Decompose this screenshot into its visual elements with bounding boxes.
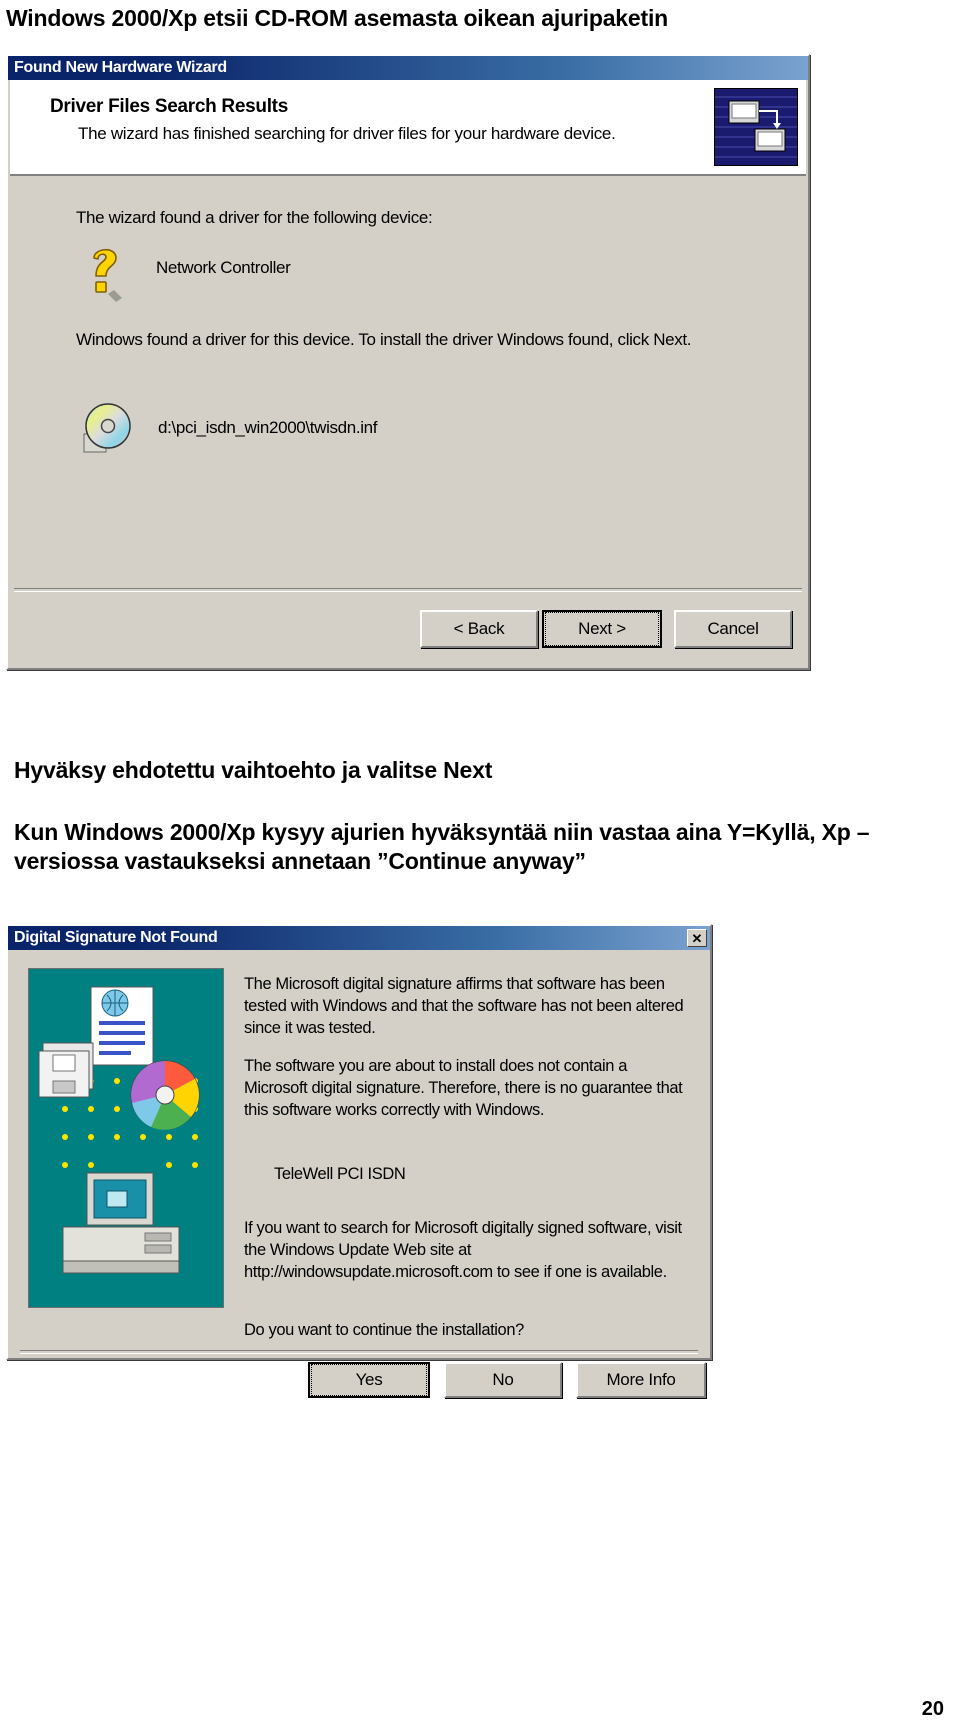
signature-title-text: Digital Signature Not Found xyxy=(14,929,218,946)
wizard-inf-path: d:\pci_isdn_win2000\twisdn.inf xyxy=(158,418,378,437)
cd-disc-icon xyxy=(78,400,140,458)
digital-signature-illustration xyxy=(28,968,224,1308)
wizard-install-instruction: Windows found a driver for this device. … xyxy=(76,330,692,349)
signature-paragraph-affirms: The Microsoft digital signature affirms … xyxy=(244,975,684,1037)
signature-button-separator xyxy=(20,1350,698,1354)
next-button[interactable]: Next > xyxy=(542,610,662,648)
no-button[interactable]: No xyxy=(444,1362,562,1398)
more-info-button-label: More Info xyxy=(606,1370,676,1389)
wizard-header-band: Driver Files Search Results The wizard h… xyxy=(10,80,806,176)
wizard-button-separator xyxy=(14,588,802,592)
wizard-heading: Driver Files Search Results xyxy=(50,96,288,117)
question-mark-icon xyxy=(78,240,136,302)
more-info-button[interactable]: More Info xyxy=(576,1362,706,1398)
cancel-button-label: Cancel xyxy=(707,619,759,638)
wizard-found-device-text: The wizard found a driver for the follow… xyxy=(76,208,433,227)
wizard-title-text: Found New Hardware Wizard xyxy=(14,59,227,76)
caption-driver-approval: Kun Windows 2000/Xp kysyy ajurien hyväks… xyxy=(14,819,870,875)
wizard-device-name: Network Controller xyxy=(156,258,291,277)
wizard-body: The wizard found a driver for the follow… xyxy=(10,178,806,666)
wizard-subheading: The wizard has finished searching for dr… xyxy=(78,124,616,143)
yes-button[interactable]: Yes xyxy=(308,1362,430,1398)
yes-button-label: Yes xyxy=(311,1364,427,1396)
signature-body: The Microsoft digital signature affirms … xyxy=(10,952,708,1398)
page-number: 20 xyxy=(921,1698,944,1720)
found-new-hardware-wizard-dialog: Found New Hardware Wizard Driver Files S… xyxy=(6,54,810,670)
signature-paragraph-windows-update: If you want to search for Microsoft digi… xyxy=(244,1219,682,1281)
back-button[interactable]: < Back xyxy=(420,610,538,648)
page-title: Windows 2000/Xp etsii CD-ROM asemasta oi… xyxy=(6,5,668,31)
wizard-button-row: < Back Next > Cancel xyxy=(10,610,806,654)
back-button-label: < Back xyxy=(453,619,505,638)
signature-titlebar: Digital Signature Not Found ✕ xyxy=(8,926,710,950)
wizard-titlebar: Found New Hardware Wizard xyxy=(8,56,808,80)
caption-accept-and-next: Hyväksy ehdotettu vaihtoehto ja valitse … xyxy=(14,757,493,783)
wizard-banner-icon xyxy=(714,88,798,166)
close-icon[interactable]: ✕ xyxy=(687,929,707,947)
no-button-label: No xyxy=(492,1370,514,1389)
cancel-button[interactable]: Cancel xyxy=(674,610,792,648)
next-button-label: Next > xyxy=(545,612,659,646)
signature-device-name: TeleWell PCI ISDN xyxy=(274,1165,406,1183)
signature-paragraph-no-signature: The software you are about to install do… xyxy=(244,1057,683,1119)
signature-question: Do you want to continue the installation… xyxy=(244,1321,524,1339)
digital-signature-not-found-dialog: Digital Signature Not Found ✕ The Micros… xyxy=(6,924,712,1398)
